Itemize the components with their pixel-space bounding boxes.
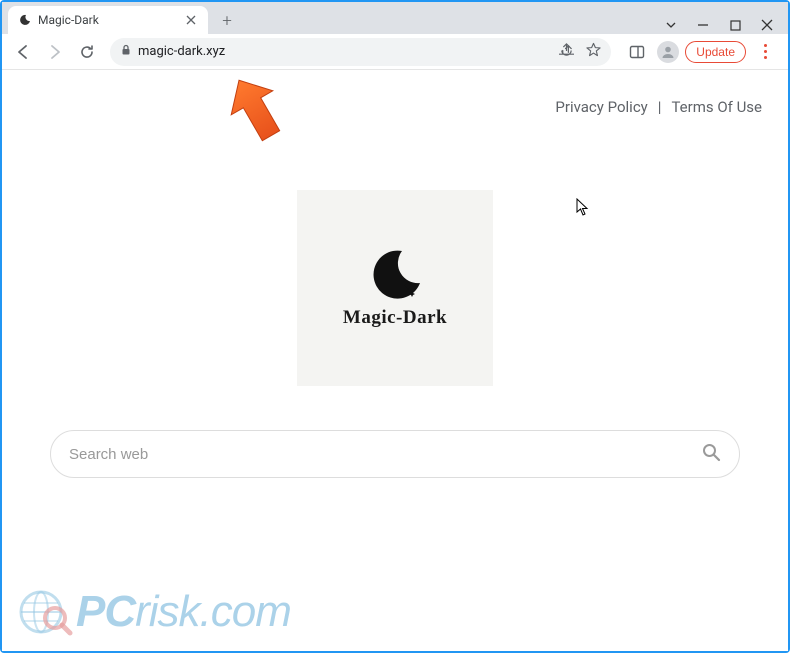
menu-icon[interactable]	[752, 44, 778, 59]
watermark-globe-icon	[16, 583, 74, 641]
site-logo: Magic-Dark	[297, 190, 493, 386]
terms-link[interactable]: Terms Of Use	[671, 98, 762, 116]
lock-icon	[120, 44, 132, 60]
close-icon[interactable]	[760, 18, 774, 32]
url-text: magic-dark.xyz	[138, 44, 553, 59]
new-tab-button[interactable]: +	[214, 8, 240, 34]
window-controls	[664, 18, 788, 34]
tab-title: Magic-Dark	[38, 13, 178, 27]
page-content: Privacy Policy | Terms Of Use Magic-Dark	[2, 70, 788, 651]
watermark: PCrisk.com	[16, 583, 291, 641]
tab-bar: Magic-Dark +	[2, 2, 788, 34]
minimize-icon[interactable]	[696, 18, 710, 32]
profile-avatar[interactable]	[657, 41, 679, 63]
star-icon[interactable]	[586, 42, 601, 61]
search-box[interactable]	[50, 430, 740, 478]
tab-close-icon[interactable]	[184, 13, 198, 27]
share-icon[interactable]	[559, 42, 574, 61]
forward-button[interactable]	[40, 37, 70, 67]
search-input[interactable]	[69, 446, 701, 463]
address-bar[interactable]: magic-dark.xyz	[110, 38, 611, 66]
chevron-down-icon[interactable]	[664, 18, 678, 32]
callout-arrow-icon	[227, 74, 287, 148]
nav-separator: |	[658, 98, 662, 116]
search-container	[50, 430, 740, 478]
reload-button[interactable]	[72, 37, 102, 67]
browser-tab[interactable]: Magic-Dark	[8, 6, 208, 34]
browser-window: Magic-Dark +	[0, 0, 790, 653]
side-panel-icon[interactable]	[623, 38, 651, 66]
search-icon[interactable]	[701, 442, 721, 466]
moon-icon	[368, 247, 422, 301]
maximize-icon[interactable]	[728, 18, 742, 32]
toolbar: magic-dark.xyz Update	[2, 34, 788, 70]
watermark-text: PCrisk.com	[76, 587, 291, 637]
privacy-link[interactable]: Privacy Policy	[555, 98, 647, 116]
favicon-icon	[18, 13, 32, 27]
top-nav: Privacy Policy | Terms Of Use	[555, 98, 762, 116]
update-button[interactable]: Update	[685, 41, 746, 63]
logo-text: Magic-Dark	[343, 307, 447, 329]
cursor-icon	[576, 198, 590, 220]
back-button[interactable]	[8, 37, 38, 67]
